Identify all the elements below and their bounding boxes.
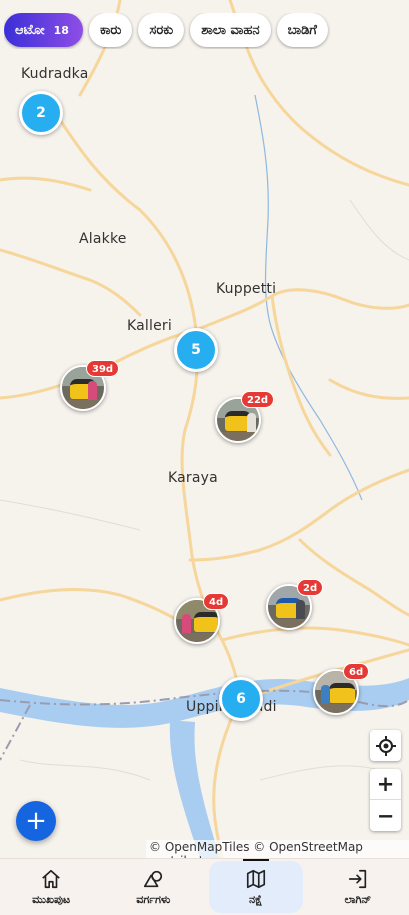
category-filter-bar: ಆಟೋ 18 ಕಾರು ಸರಕು ಶಾಲಾ ವಾಹನ ಬಾಡಿಗೆ — [4, 13, 409, 49]
chip-auto[interactable]: ಆಟೋ 18 — [4, 13, 83, 47]
shapes-icon — [144, 870, 163, 887]
age-badge: 4d — [203, 593, 230, 610]
chip-label: ಕಾರು — [99, 22, 122, 38]
chip-label: ಆಟೋ — [15, 22, 45, 38]
nav-label: ಮುಖಪುಟ — [32, 892, 71, 906]
place-label-karaya: Karaya — [168, 470, 218, 486]
cluster-marker[interactable]: 6 — [219, 677, 263, 721]
nav-label: ಲಾಗಿನ್ — [344, 892, 372, 906]
map-icon — [246, 869, 265, 888]
map-tiles — [0, 0, 409, 858]
cluster-marker[interactable]: 5 — [174, 328, 218, 372]
nav-label: ವರ್ಗಗಳು — [136, 892, 171, 906]
cluster-count: 6 — [236, 691, 246, 707]
place-label-kalleri: Kalleri — [127, 318, 172, 334]
cluster-count: 5 — [191, 342, 201, 358]
chip-goods[interactable]: ಸರಕು — [138, 13, 185, 47]
home-icon — [42, 869, 60, 888]
zoom-control: + − — [370, 769, 401, 831]
place-label-kuppetti: Kuppetti — [216, 281, 277, 297]
crosshair-icon — [375, 735, 396, 756]
nav-item-map[interactable]: ನಕ್ಷೆ — [205, 859, 307, 915]
add-listing-button[interactable]: + — [16, 801, 56, 841]
place-label-kudradka: Kudradka — [21, 66, 89, 82]
nav-label: ನಕ್ಷೆ — [249, 892, 263, 906]
cluster-marker[interactable]: 2 — [19, 91, 63, 135]
place-label-alakke: Alakke — [79, 231, 127, 247]
age-badge: 22d — [241, 391, 275, 408]
map-view[interactable]: Kudradka Alakke Kuppetti Kalleri Karaya … — [0, 0, 409, 858]
nav-item-login[interactable]: ಲಾಗಿನ್ — [307, 859, 409, 915]
chip-label: ಸರಕು — [149, 22, 174, 38]
chip-label: ಶಾಲಾ ವಾಹನ — [201, 22, 260, 38]
chip-count: 18 — [53, 23, 69, 37]
locate-me-button[interactable] — [370, 730, 401, 761]
nav-item-categories[interactable]: ವರ್ಗಗಳು — [102, 859, 204, 915]
nav-item-home[interactable]: ಮುಖಪುಟ — [0, 859, 102, 915]
login-icon — [348, 869, 367, 888]
map-attribution[interactable]: © OpenMapTiles © OpenStreetMap contribut… — [146, 840, 409, 858]
age-badge: 6d — [343, 663, 370, 680]
cluster-count: 2 — [36, 105, 46, 121]
chip-car[interactable]: ಕಾರು — [88, 13, 133, 47]
chip-rental[interactable]: ಬಾಡಿಗೆ — [276, 13, 328, 47]
chip-school-vehicle[interactable]: ಶಾಲಾ ವಾಹನ — [190, 13, 271, 47]
age-badge: 2d — [297, 579, 324, 596]
chip-label: ಬಾಡಿಗೆ — [287, 22, 317, 38]
age-badge: 39d — [86, 360, 120, 377]
zoom-in-button[interactable]: + — [370, 769, 401, 800]
bottom-nav: ಮುಖಪುಟ ವರ್ಗಗಳು ನಕ್ಷೆ ಲಾಗಿನ್ — [0, 858, 409, 915]
zoom-out-button[interactable]: − — [370, 800, 401, 831]
